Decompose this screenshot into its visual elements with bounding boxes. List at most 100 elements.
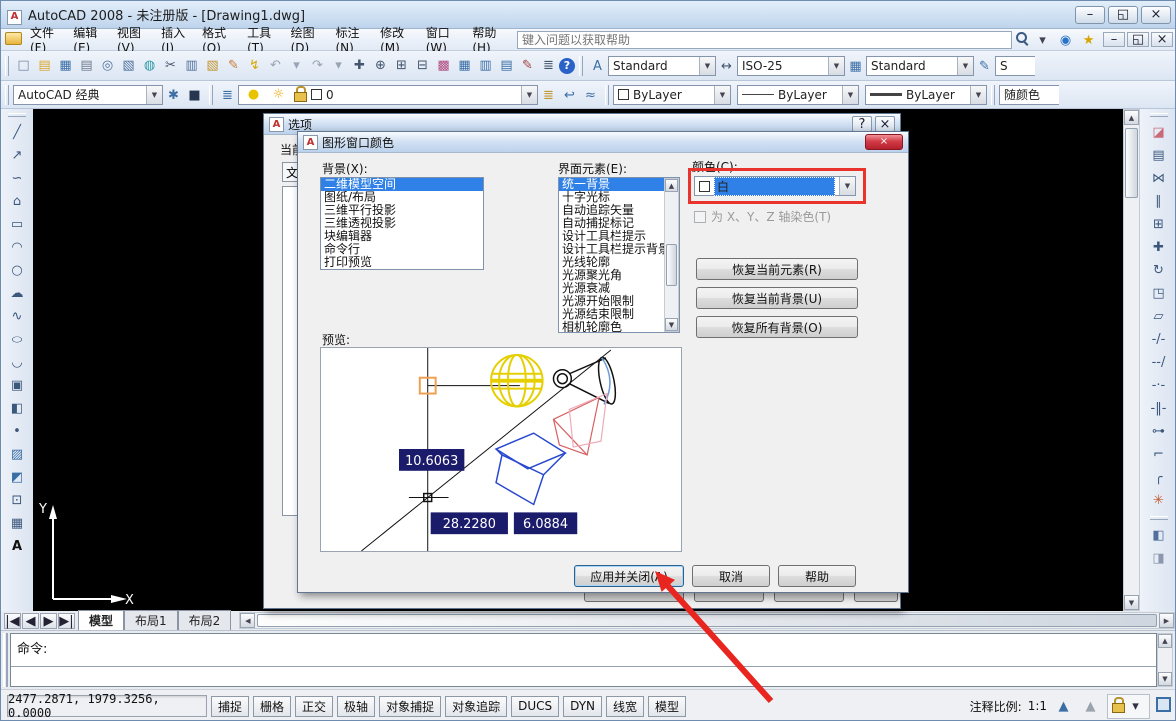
tab-last-button[interactable]: ▶| — [58, 613, 75, 629]
gradient-icon[interactable]: ◩ — [7, 466, 28, 489]
command-window-grip[interactable] — [3, 633, 8, 687]
publish-icon[interactable]: ▧ — [118, 55, 139, 76]
arc-icon[interactable]: ◠ — [7, 236, 28, 259]
block-editor-icon[interactable]: ↯ — [244, 55, 265, 76]
minimize-button[interactable]: – — [1075, 6, 1105, 24]
toolbar-grip[interactable] — [579, 56, 583, 76]
table-icon[interactable]: ▦ — [7, 512, 28, 535]
send-to-back-icon[interactable]: ◨ — [1148, 547, 1169, 570]
checkbox-icon[interactable] — [694, 211, 706, 223]
restore-current-context-button[interactable]: 恢复当前背景(U) — [696, 287, 858, 309]
table-style-icon[interactable]: ▦ — [845, 56, 866, 77]
toggle-otrack[interactable]: 对象追踪 — [445, 696, 507, 717]
polyline-icon[interactable]: ∽ — [7, 167, 28, 190]
dialog-close-button[interactable]: × — [875, 116, 895, 132]
plot-icon[interactable]: ▤ — [76, 55, 97, 76]
close-button[interactable]: × — [1141, 6, 1171, 24]
mdi-restore-button[interactable]: ◱ — [1127, 32, 1149, 47]
minimize-icon[interactable]: – — [1080, 4, 1101, 25]
toolbar-grip[interactable] — [1150, 516, 1168, 520]
search-icon[interactable] — [1014, 30, 1030, 46]
toggle-grid[interactable]: 栅格 — [253, 696, 291, 717]
revision-cloud-icon[interactable]: ☁ — [7, 282, 28, 305]
make-object-layer-current-icon[interactable]: ≣ — [538, 85, 559, 106]
cancel-button[interactable]: 取消 — [692, 565, 770, 587]
copy-object-icon[interactable]: ▤ — [1148, 144, 1169, 167]
chamfer-icon[interactable]: ⌐ — [1148, 443, 1169, 466]
sheet-set-manager-icon[interactable]: ▤ — [496, 55, 517, 76]
combo-dropdown[interactable]: ▼ — [842, 86, 858, 104]
scroll-left-button[interactable]: ◀ — [240, 613, 255, 628]
command-scrollbar[interactable]: ▲ ▼ — [1157, 633, 1173, 687]
combo-dropdown[interactable]: ▼ — [839, 177, 855, 195]
dim-style-icon[interactable]: ↔ — [716, 56, 737, 77]
list-item[interactable]: 相机轮廓色 — [559, 321, 664, 333]
designcenter-icon[interactable]: ▦ — [454, 55, 475, 76]
polygon-icon[interactable]: ⌂ — [7, 190, 28, 213]
layer-previous-icon[interactable]: ↩ — [559, 85, 580, 106]
table-style-combo[interactable]: Standard ▼ — [866, 56, 974, 76]
minimize-icon[interactable]: – — [1104, 29, 1125, 50]
my-workspace-icon[interactable]: ■ — [184, 85, 205, 106]
mdi-close-button[interactable]: × — [1151, 32, 1173, 47]
help-search-input[interactable] — [517, 31, 1012, 49]
offset-icon[interactable]: ∥ — [1148, 190, 1169, 213]
annotation-visibility-icon[interactable]: ▲ — [1053, 696, 1074, 717]
scroll-up-button[interactable]: ▲ — [665, 179, 678, 192]
close-icon[interactable]: × — [1146, 4, 1167, 25]
search-dropdown-icon[interactable]: ▾ — [1032, 30, 1053, 51]
bring-to-front-icon[interactable]: ◧ — [1148, 524, 1169, 547]
scroll-right-button[interactable]: ▶ — [1159, 613, 1174, 628]
tab-model[interactable]: 模型 — [78, 610, 124, 630]
communication-center-icon[interactable]: ◉ — [1055, 30, 1076, 51]
toolbar-grip[interactable] — [5, 56, 9, 76]
toolbar-lock-button[interactable]: ▾ — [1107, 694, 1150, 719]
combo-dropdown[interactable]: ▼ — [957, 57, 973, 75]
color-dropdown[interactable]: 白 ▼ — [694, 176, 856, 196]
rotate-icon[interactable]: ↻ — [1148, 259, 1169, 282]
command-text-area[interactable]: 命令: — [10, 633, 1157, 687]
pan-icon[interactable]: ✚ — [349, 55, 370, 76]
ellipse-icon[interactable]: ○ — [7, 333, 28, 347]
toolbar-grip[interactable] — [1150, 113, 1168, 117]
scroll-up-button[interactable]: ▲ — [1158, 634, 1172, 648]
scroll-down-button[interactable]: ▼ — [1158, 672, 1172, 686]
stretch-icon[interactable]: ▱ — [1148, 305, 1169, 328]
toggle-ducs[interactable]: DUCS — [511, 696, 559, 717]
explode-icon[interactable]: ✳ — [1148, 489, 1169, 512]
restore-icon[interactable]: ◱ — [1113, 4, 1134, 25]
new-icon[interactable]: □ — [13, 55, 34, 76]
combo-dropdown[interactable]: ▼ — [521, 86, 537, 104]
layer-states-manager-icon[interactable]: ≈ — [580, 85, 601, 106]
close-icon[interactable]: × — [1152, 29, 1173, 50]
zoom-window-icon[interactable]: ⊞ — [391, 55, 412, 76]
break-at-point-icon[interactable]: -·- — [1148, 374, 1169, 397]
dialog-help-button[interactable]: ? — [852, 116, 872, 132]
scroll-down-button[interactable]: ▼ — [1124, 595, 1139, 610]
layer-properties-manager-icon[interactable]: ≣ — [217, 85, 238, 106]
text-style-icon[interactable]: A — [587, 56, 608, 77]
lineweight-combo[interactable]: ByLayer ▼ — [865, 85, 987, 105]
3d-dwf-icon[interactable]: ◍ — [139, 55, 160, 76]
workspace-settings-icon[interactable]: ✱ — [163, 85, 184, 106]
tab-layout2[interactable]: 布局2 — [178, 610, 232, 630]
array-icon[interactable]: ⊞ — [1148, 213, 1169, 236]
trim-icon[interactable]: -/- — [1148, 328, 1169, 351]
properties-palette-icon[interactable]: ▩ — [433, 55, 454, 76]
linetype-combo[interactable]: ByLayer ▼ — [737, 85, 859, 105]
region-icon[interactable]: ⊡ — [7, 489, 28, 512]
drawing-vscrollbar[interactable]: ▲ ▼ — [1123, 109, 1140, 611]
favorites-star-icon[interactable]: ★ — [1078, 30, 1099, 51]
lock-dropdown-icon[interactable]: ▾ — [1125, 696, 1146, 717]
copy-icon[interactable]: ▥ — [181, 55, 202, 76]
spline-icon[interactable]: ∿ — [7, 305, 28, 328]
paste-icon[interactable]: ▧ — [202, 55, 223, 76]
element-list-scrollbar[interactable]: ▲ ▼ — [664, 178, 679, 332]
coordinate-readout[interactable]: 2477.2871, 1979.3256, 0.0000 — [7, 695, 207, 717]
tint-axes-checkbox[interactable]: 为 X、Y、Z 轴染色(T) — [694, 208, 831, 225]
restore-button[interactable]: ◱ — [1108, 6, 1138, 24]
mleader-style-icon[interactable]: ✎ — [974, 56, 995, 77]
toggle-osnap[interactable]: 对象捕捉 — [379, 696, 441, 717]
interface-element-list[interactable]: 统一背景 十字光标 自动追踪矢量 自动捕捉标记 设计工具栏提示 设计工具栏提示背… — [558, 177, 680, 333]
extend-icon[interactable]: --/ — [1148, 351, 1169, 374]
